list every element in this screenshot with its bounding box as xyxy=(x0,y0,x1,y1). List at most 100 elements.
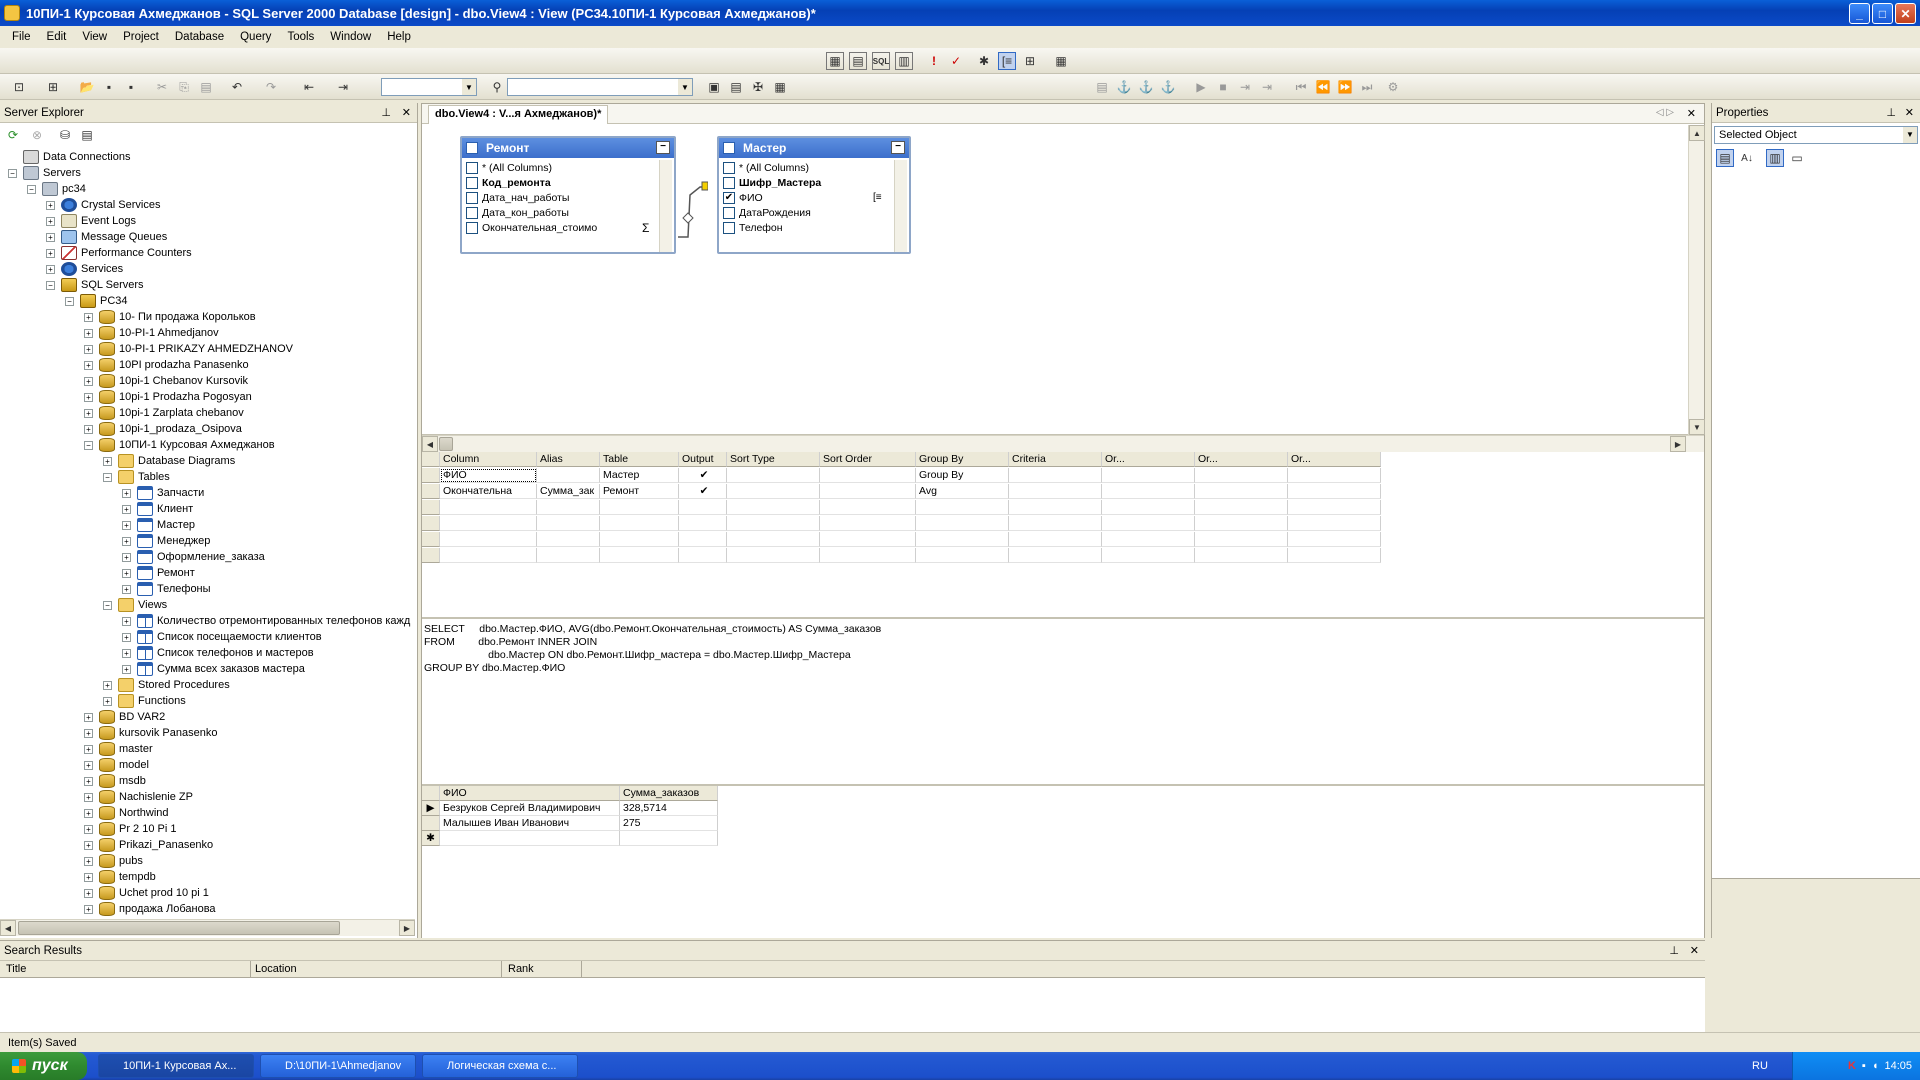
expand-icon[interactable]: + xyxy=(84,712,93,722)
scroll-thumb[interactable] xyxy=(439,437,453,451)
grid-column-header[interactable]: Or... xyxy=(1288,452,1381,467)
tree-node[interactable]: + Мастер xyxy=(122,517,195,533)
expand-icon[interactable]: + xyxy=(84,328,93,338)
table-column-scrollbar[interactable] xyxy=(659,160,672,252)
tree-node[interactable]: +10pi-1_prodaza_Osipova xyxy=(84,421,242,437)
row-selector[interactable] xyxy=(422,516,440,531)
next-record-icon[interactable]: ⏩ xyxy=(1336,78,1354,96)
expand-icon[interactable]: + xyxy=(122,568,131,578)
expand-icon[interactable]: + xyxy=(84,376,93,386)
stop-icon[interactable]: ■ xyxy=(1214,78,1232,96)
connect-server-icon[interactable]: ▤ xyxy=(78,126,96,144)
grid-cell[interactable] xyxy=(1009,516,1102,531)
options-icon[interactable]: ⚙ xyxy=(1384,78,1402,96)
grid-column-header[interactable]: Or... xyxy=(1195,452,1288,467)
previous-record-icon[interactable]: ⏪ xyxy=(1314,78,1332,96)
tree-node[interactable]: − Servers xyxy=(8,165,81,181)
expand-icon[interactable]: + xyxy=(84,824,93,834)
expand-icon[interactable]: + xyxy=(84,392,93,402)
tree-node[interactable]: + Services xyxy=(46,261,123,277)
grid-cell[interactable] xyxy=(440,500,537,515)
column-checkbox[interactable] xyxy=(466,191,478,204)
pin-icon[interactable]: ⊥ xyxy=(1886,106,1896,119)
grid-column-header[interactable]: Or... xyxy=(1102,452,1195,467)
grid-cell[interactable] xyxy=(916,532,1009,547)
grid-cell[interactable] xyxy=(600,516,679,531)
tree-node[interactable]: +10pi-1 Zarplata chebanov xyxy=(84,405,244,421)
grid-cell[interactable]: ✔ xyxy=(679,468,727,483)
tree-node[interactable]: + Northwind xyxy=(84,805,169,821)
column-row[interactable]: Дата_нач_работы xyxy=(466,190,569,205)
grid-cell[interactable] xyxy=(600,532,679,547)
grid-cell[interactable] xyxy=(820,500,916,515)
tree-node[interactable]: + Crystal Services xyxy=(46,197,160,213)
column-checkbox[interactable] xyxy=(723,176,735,189)
column-checkbox[interactable] xyxy=(466,176,478,189)
sql-pane-icon[interactable]: SQL xyxy=(872,52,890,70)
grid-cell[interactable]: Group By xyxy=(916,468,1009,483)
run-icon[interactable]: ! xyxy=(925,52,943,70)
minimize-table-icon[interactable]: − xyxy=(891,141,905,154)
tree-node[interactable]: + Prikazi_Panasenko xyxy=(84,837,213,853)
tree-node[interactable]: + msdb xyxy=(84,773,146,789)
expand-icon[interactable]: + xyxy=(84,728,93,738)
tree-node[interactable]: +10-PI-1 Ahmedjanov xyxy=(84,325,219,341)
grid-cell[interactable] xyxy=(820,468,916,483)
result-column-header[interactable]: Сумма_заказов xyxy=(620,786,718,801)
grid-cell[interactable] xyxy=(600,548,679,563)
column-header-title[interactable]: Title xyxy=(0,961,251,978)
collapse-icon[interactable]: − xyxy=(8,168,17,178)
row-selector[interactable] xyxy=(422,532,440,547)
sql-pane[interactable]: SELECT dbo.Мастер.ФИО, AVG(dbo.Ремонт.Ок… xyxy=(422,617,1704,747)
tree-node[interactable]: +10pi-1 Prodazha Pogosyan xyxy=(84,389,252,405)
first-record-icon[interactable]: ⏮ xyxy=(1292,78,1310,96)
grid-cell[interactable] xyxy=(1102,468,1195,483)
maximize-button[interactable]: □ xyxy=(1872,3,1893,24)
add-table-icon[interactable]: ⊞ xyxy=(1021,52,1039,70)
grid-cell[interactable] xyxy=(1195,468,1288,483)
remove-filter-icon[interactable]: ✱ xyxy=(975,52,993,70)
expand-icon[interactable]: + xyxy=(84,744,93,754)
grid-cell[interactable]: Сумма_зак xyxy=(537,484,600,499)
diagram-horizontal-scrollbar[interactable]: ◀ ▶ xyxy=(422,435,1704,452)
last-record-icon[interactable]: ⏭ xyxy=(1358,78,1376,96)
grid-column-header[interactable]: Group By xyxy=(916,452,1009,467)
grid-cell[interactable] xyxy=(1195,532,1288,547)
menu-database[interactable]: Database xyxy=(169,29,230,45)
tree-node[interactable]: − Tables xyxy=(103,469,170,485)
row-selector[interactable] xyxy=(422,548,440,563)
expand-icon[interactable]: + xyxy=(122,616,131,626)
grid-cell[interactable] xyxy=(1195,548,1288,563)
collapse-icon[interactable]: − xyxy=(46,280,55,290)
minimize-button[interactable]: _ xyxy=(1849,3,1870,24)
expand-icon[interactable]: + xyxy=(103,680,112,690)
column-checkbox[interactable] xyxy=(723,161,735,174)
grid-cell[interactable] xyxy=(916,548,1009,563)
grid-cell[interactable]: Окончательна xyxy=(440,484,537,499)
tree-node[interactable]: + tempdb xyxy=(84,869,156,885)
language-indicator[interactable]: RU xyxy=(1752,1060,1768,1072)
expand-icon[interactable]: + xyxy=(84,792,93,802)
grid-column-header[interactable]: Sort Order xyxy=(820,452,916,467)
row-selector[interactable] xyxy=(422,452,440,467)
menu-query[interactable]: Query xyxy=(234,29,277,45)
menu-edit[interactable]: Edit xyxy=(41,29,73,45)
group-by-icon[interactable]: [≡ xyxy=(998,52,1016,70)
grid-cell[interactable] xyxy=(537,548,600,563)
tree-node[interactable]: + Оформление_заказа xyxy=(122,549,265,565)
result-cell[interactable] xyxy=(620,831,718,846)
grid-column-header[interactable]: Column xyxy=(440,452,537,467)
grid-cell[interactable] xyxy=(1288,468,1381,483)
column-header-location[interactable]: Location xyxy=(251,961,502,978)
grid-cell[interactable] xyxy=(727,484,820,499)
expand-icon[interactable]: + xyxy=(122,488,131,498)
expand-icon[interactable]: + xyxy=(46,264,55,274)
object-selector[interactable]: Selected Object ▼ xyxy=(1714,126,1918,144)
column-row[interactable]: * (All Columns) xyxy=(466,160,552,175)
grid-cell[interactable] xyxy=(1102,484,1195,499)
grid-cell[interactable] xyxy=(537,532,600,547)
scroll-down-icon[interactable]: ▼ xyxy=(1689,419,1705,435)
properties-icon[interactable]: ▥ xyxy=(1766,149,1784,167)
expand-icon[interactable]: + xyxy=(84,808,93,818)
toolbox-icon[interactable]: ✠ xyxy=(749,78,767,96)
